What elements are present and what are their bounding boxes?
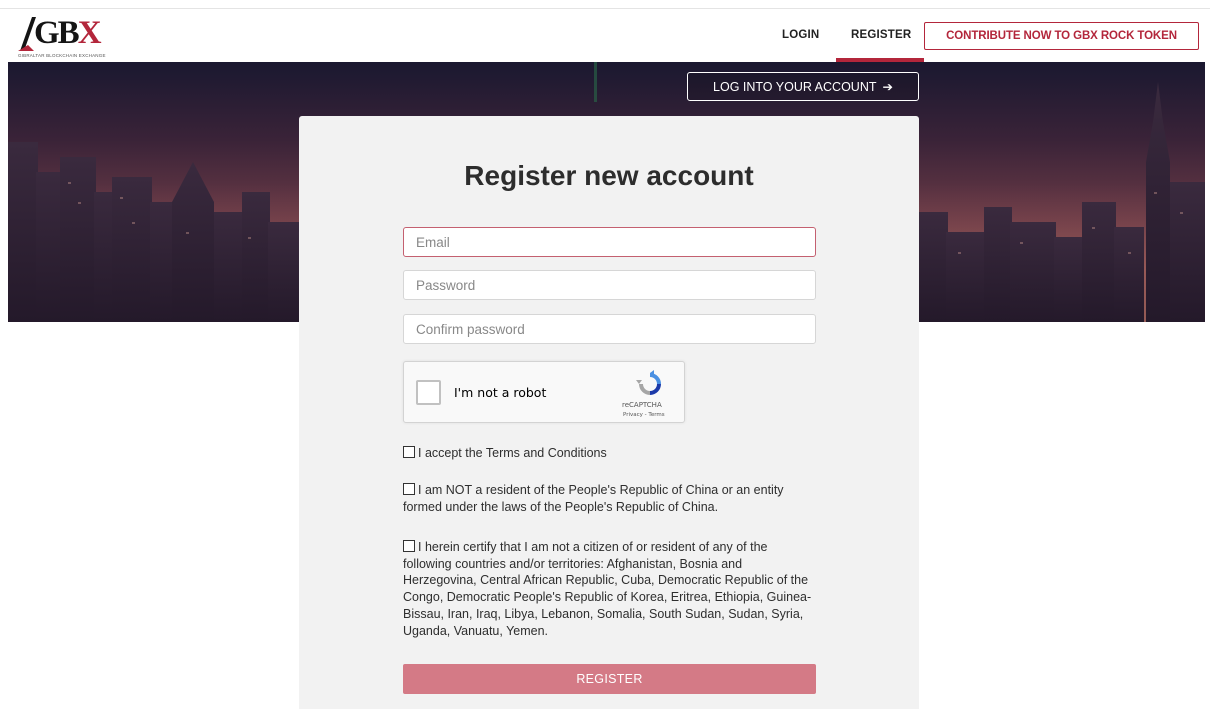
- email-field[interactable]: [403, 227, 816, 257]
- recaptcha-widget: I'm not a robot reCAPTCHA Privacy - Term…: [403, 361, 685, 423]
- nav-register-link[interactable]: REGISTER: [851, 29, 911, 41]
- terms-label: I accept the Terms and Conditions: [418, 446, 607, 460]
- recaptcha-brand: reCAPTCHA: [622, 401, 662, 409]
- recaptcha-icon: [636, 370, 661, 395]
- terms-checkbox-row: I accept the Terms and Conditions: [403, 445, 813, 462]
- recaptcha-privacy-terms[interactable]: Privacy - Terms: [623, 412, 665, 418]
- china-checkbox-row: I am NOT a resident of the People's Repu…: [403, 482, 813, 515]
- confirm-password-field[interactable]: [403, 314, 816, 344]
- nav-login-link[interactable]: LOGIN: [782, 29, 819, 41]
- gbx-logo[interactable]: GBX GIBRALTAR BLOCKCHAIN EXCHANGE: [18, 15, 128, 59]
- sanctions-label: I herein certify that I am not a citizen…: [403, 540, 812, 638]
- logo-subtitle: GIBRALTAR BLOCKCHAIN EXCHANGE: [18, 53, 106, 58]
- arrow-right-icon: ➔: [882, 80, 893, 94]
- register-card: Register new account I'm not a robot reC…: [299, 116, 919, 709]
- log-into-account-button[interactable]: LOG INTO YOUR ACCOUNT ➔: [687, 72, 919, 101]
- china-checkbox[interactable]: [403, 483, 415, 495]
- terms-checkbox[interactable]: [403, 446, 415, 458]
- log-into-account-label: LOG INTO YOUR ACCOUNT: [713, 79, 877, 94]
- china-label: I am NOT a resident of the People's Repu…: [403, 483, 784, 514]
- register-submit-button[interactable]: REGISTER: [403, 664, 816, 694]
- recaptcha-label: I'm not a robot: [454, 385, 547, 400]
- password-field[interactable]: [403, 270, 816, 300]
- sanctions-checkbox[interactable]: [403, 540, 415, 552]
- sanctions-checkbox-row: I herein certify that I am not a citizen…: [403, 539, 813, 639]
- site-header: GBX GIBRALTAR BLOCKCHAIN EXCHANGE LOGIN …: [0, 9, 1210, 62]
- contribute-button[interactable]: CONTRIBUTE NOW TO GBX ROCK TOKEN: [924, 22, 1199, 50]
- logo-wordmark: GBX: [34, 15, 102, 51]
- recaptcha-checkbox[interactable]: [416, 380, 441, 405]
- page-title: Register new account: [464, 160, 754, 191]
